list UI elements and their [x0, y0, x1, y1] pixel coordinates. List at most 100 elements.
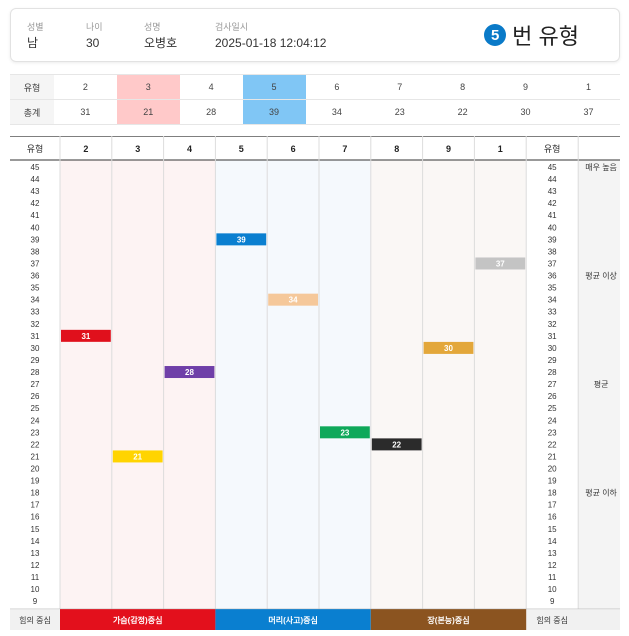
category-header-label: 8: [394, 144, 399, 154]
y-tick-label-right: 34: [548, 296, 557, 305]
summary-type-cell: 6: [305, 74, 369, 100]
y-tick-label-left: 21: [31, 452, 40, 461]
y-tick-label-right: 30: [548, 344, 557, 353]
center-band-label: 머리(사고)중심: [268, 615, 318, 625]
summary-total-cell: 39: [242, 99, 306, 125]
y-tick-label-left: 27: [31, 380, 40, 389]
centers-label-left: 힘의 중심: [19, 615, 51, 625]
category-header-label: 6: [291, 144, 296, 154]
y-tick-label-right: 25: [548, 404, 557, 413]
result-type-title: 5 번 유형: [484, 19, 579, 51]
category-header-label: 4: [187, 144, 192, 154]
y-tick-label-left: 25: [31, 404, 40, 413]
y-tick-label-right: 29: [548, 356, 557, 365]
center-column-tint: [370, 160, 527, 610]
summary-type-cell: 3: [116, 74, 180, 100]
y-tick-label-right: 10: [548, 585, 557, 594]
band-label: 평균 이하: [585, 488, 617, 498]
y-tick-label-left: 10: [31, 585, 40, 594]
y-tick-label-left: 36: [31, 272, 40, 281]
category-header-label: 7: [342, 144, 347, 154]
y-tick-label-left: 16: [31, 513, 40, 522]
summary-type-cell: 5: [242, 74, 306, 100]
y-tick-label-left: 42: [31, 199, 40, 208]
y-tick-label-left: 33: [31, 308, 40, 317]
summary-table: 유형 2 3 4 5 6 7 8 9 1 총계 31 21 28 39 34 2…: [10, 74, 620, 125]
y-tick-label-left: 43: [31, 187, 40, 196]
y-tick-label-right: 42: [548, 199, 557, 208]
y-tick-label-left: 26: [31, 392, 40, 401]
y-tick-label-left: 13: [31, 549, 40, 558]
y-tick-label-right: 28: [548, 368, 557, 377]
category-header-label: 1: [498, 144, 503, 154]
y-tick-label-left: 14: [31, 537, 40, 546]
y-tick-label-right: 45: [548, 163, 557, 172]
y-tick-label-right: 35: [548, 284, 557, 293]
category-header-label: 3: [135, 144, 140, 154]
name-value: 오병호: [144, 36, 178, 50]
y-tick-label-left: 39: [31, 235, 40, 244]
y-tick-label-left: 29: [31, 356, 40, 365]
y-tick-label-right: 17: [548, 501, 557, 510]
y-tick-label-left: 22: [31, 440, 40, 449]
category-header-label: 2: [83, 144, 88, 154]
y-tick-label-right: 19: [548, 477, 557, 486]
category-header-label: 9: [446, 144, 451, 154]
band-label: 평균: [594, 379, 609, 389]
summary-total-cell: 34: [305, 99, 369, 125]
y-tick-label-right: 23: [548, 428, 557, 437]
summary-total-cell: 31: [54, 99, 117, 125]
y-tick-label-right: 12: [548, 561, 557, 570]
centers-label-right: 힘의 중심: [536, 615, 568, 625]
y-tick-label-right: 38: [548, 247, 557, 256]
y-tick-label-left: 32: [31, 320, 40, 329]
category-header-label: 5: [239, 144, 244, 154]
summary-type-cell: 9: [494, 74, 557, 100]
y-tick-label-right: 40: [548, 223, 557, 232]
score-data-label: 30: [444, 344, 453, 353]
y-tick-label-left: 15: [31, 525, 40, 534]
y-tick-label-right: 32: [548, 320, 557, 329]
y-tick-label-right: 18: [548, 489, 557, 498]
y-tick-label-left: 37: [31, 259, 40, 268]
y-tick-label-left: 24: [31, 416, 40, 425]
y-tick-label-left: 11: [31, 573, 40, 582]
y-tick-label-right: 15: [548, 525, 557, 534]
y-tick-label-left: 9: [33, 597, 38, 606]
y-tick-label-left: 38: [31, 247, 40, 256]
age-field: 나이 30: [86, 21, 103, 51]
summary-total-cell: 21: [116, 99, 180, 125]
y-tick-label-left: 44: [31, 175, 40, 184]
summary-row-header: 총계: [10, 99, 54, 125]
name-field: 성명 오병호: [144, 21, 177, 51]
y-tick-label-right: 41: [548, 211, 557, 220]
summary-type-cell: 4: [179, 74, 243, 100]
summary-type-cell: 1: [557, 74, 620, 100]
type-score-chart: 유형 유형2 3 4 5 6 7 8 9 145 4544 4443 4342 4241 4140 4039 3…: [10, 136, 620, 630]
band-label: 평균 이상: [585, 271, 617, 281]
y-tick-label-right: 16: [548, 513, 557, 522]
y-tick-label-right: 26: [548, 392, 557, 401]
y-tick-label-right: 36: [548, 272, 557, 281]
y-tick-label-left: 35: [31, 284, 40, 293]
summary-total-cell: 22: [431, 99, 495, 125]
y-tick-label-left: 18: [31, 489, 40, 498]
score-data-label: 31: [81, 332, 90, 341]
score-data-label: 28: [185, 368, 194, 377]
center-band-label: 장(본능)중심: [427, 615, 469, 625]
center-column-tint: [60, 160, 216, 610]
y-tick-label-right: 27: [548, 380, 557, 389]
y-tick-label-left: 28: [31, 368, 40, 377]
name-label: 성명: [144, 22, 161, 32]
y-tick-label-left: 34: [31, 296, 40, 305]
y-axis-header-left: 유형: [27, 144, 44, 154]
age-label: 나이: [86, 22, 103, 32]
score-data-label: 23: [340, 428, 349, 437]
y-tick-label-left: 12: [31, 561, 40, 570]
y-tick-label-left: 41: [31, 211, 40, 220]
y-tick-label-right: 14: [548, 537, 557, 546]
summary-type-cell: 2: [54, 74, 117, 100]
y-tick-label-right: 37: [548, 259, 557, 268]
center-band-label: 가슴(감정)중심: [113, 615, 163, 625]
summary-total-row: 총계 31 21 28 39 34 23 22 30 37: [10, 99, 620, 125]
